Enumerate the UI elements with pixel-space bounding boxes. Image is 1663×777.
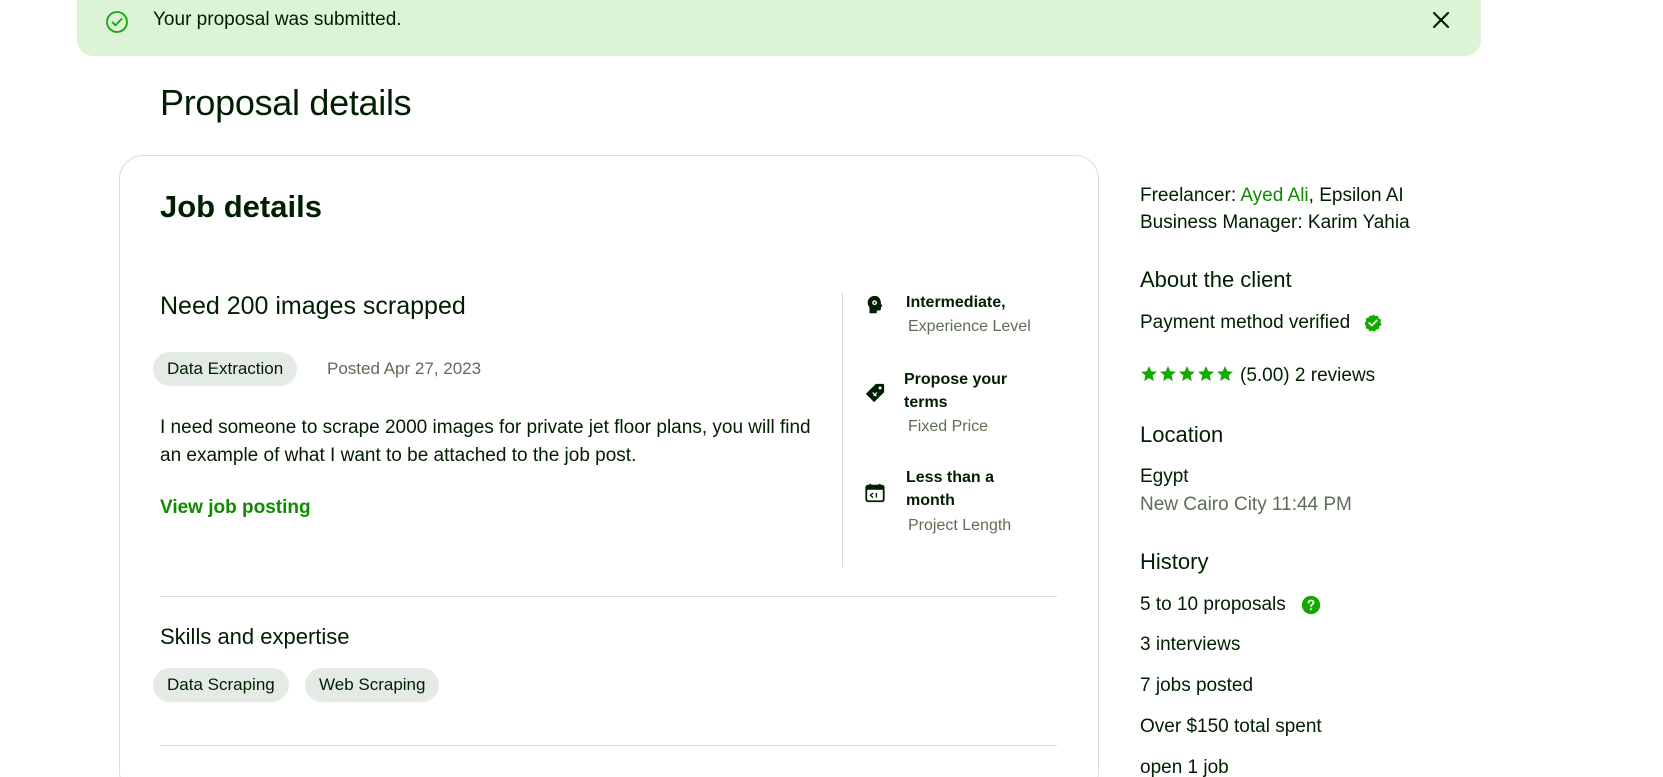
about-client-heading: About the client [1140, 267, 1292, 292]
skill-chip-data-scraping[interactable]: Data Scraping [153, 668, 289, 702]
freelancer-name-link[interactable]: Ayed Ali [1240, 185, 1308, 206]
price-tag-icon [865, 383, 885, 403]
client-city-time: New Cairo City 11:44 PM [1140, 494, 1352, 515]
experience-value: Intermediate, [906, 294, 1006, 311]
history-total-spent: Over $150 total spent [1140, 716, 1322, 737]
star-icon [1141, 366, 1157, 381]
banner-message: Your proposal was submitted. [153, 9, 402, 30]
skills-heading: Skills and expertise [160, 624, 350, 649]
experience-label: Experience Level [908, 318, 1031, 335]
check-circle-icon [106, 11, 128, 33]
page-title: Proposal details [160, 82, 412, 123]
history-jobs-posted: 7 jobs posted [1140, 675, 1254, 696]
calendar-icon [865, 483, 885, 503]
star-icon [1217, 366, 1233, 381]
vertical-divider [842, 292, 843, 567]
view-job-posting-link[interactable]: View job posting [160, 497, 311, 519]
client-rating-stars [1140, 365, 1234, 383]
freelancer-agency: , Epsilon AI [1308, 185, 1404, 206]
success-banner: Your proposal was submitted. [77, 0, 1481, 56]
history-interviews: 3 interviews [1140, 634, 1241, 655]
freelancer-label: Freelancer: [1140, 185, 1237, 206]
length-label: Project Length [908, 517, 1012, 534]
history-open-jobs: open 1 job [1140, 757, 1229, 777]
close-icon[interactable] [1429, 8, 1453, 32]
star-icon [1198, 366, 1214, 381]
price-value: Propose your terms [904, 371, 1008, 411]
job-description: I need someone to scrape 2000 images for… [160, 417, 811, 466]
freelancer-line: Freelancer: Ayed Ali, Epsilon AI [1140, 185, 1404, 207]
location-heading: Location [1140, 422, 1224, 447]
payment-text: Payment method verified [1140, 312, 1351, 333]
rating-summary: (5.00) 2 reviews [1240, 365, 1376, 386]
skill-chip-web-scraping[interactable]: Web Scraping [305, 668, 440, 702]
job-title: Need 200 images scrapped [160, 292, 466, 320]
section-divider [160, 596, 1057, 597]
verified-badge-icon [1364, 314, 1383, 332]
posted-date: Posted Apr 27, 2023 [327, 359, 482, 378]
client-country: Egypt [1140, 466, 1189, 487]
proposals-text: 5 to 10 proposals [1140, 594, 1286, 615]
payment-status: Payment method verified [1140, 312, 1383, 334]
history-heading: History [1140, 549, 1209, 574]
history-proposals: 5 to 10 proposals [1140, 594, 1321, 616]
business-manager: Business Manager: Karim Yahia [1140, 212, 1410, 233]
star-icon [1179, 366, 1195, 381]
experience-icon [867, 295, 883, 314]
help-icon[interactable] [1301, 595, 1321, 615]
star-icon [1160, 366, 1176, 381]
job-details-heading: Job details [160, 189, 322, 224]
price-label: Fixed Price [908, 418, 989, 435]
length-value: Less than a month [906, 469, 995, 509]
section-divider [160, 745, 1057, 746]
category-chip[interactable]: Data Extraction [153, 352, 298, 386]
